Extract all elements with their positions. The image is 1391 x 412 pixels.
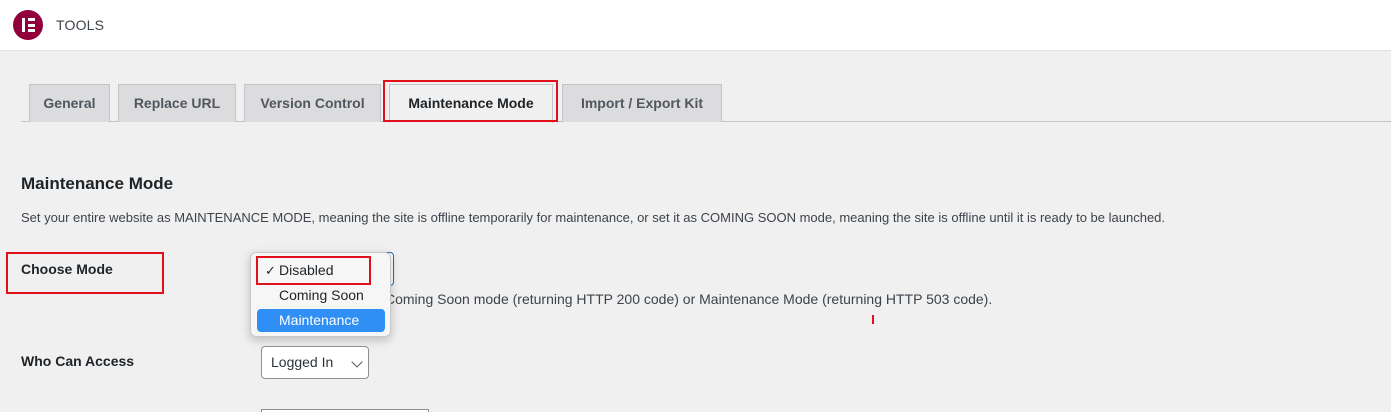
section-title: Maintenance Mode — [21, 174, 174, 193]
option-disabled[interactable]: ✓ Disabled — [257, 259, 385, 282]
tab-maintenance-mode[interactable]: Maintenance Mode — [389, 84, 553, 123]
who-can-access-label: Who Can Access — [21, 353, 135, 369]
option-coming-soon[interactable]: Coming Soon — [257, 284, 385, 307]
who-can-access-select[interactable]: Logged In — [261, 346, 369, 379]
option-maintenance[interactable]: Maintenance — [257, 309, 385, 332]
select-value: Logged In — [271, 354, 334, 370]
option-label: Coming Soon — [279, 287, 364, 303]
section-description: Set your entire website as MAINTENANCE M… — [21, 210, 1166, 225]
tab-replace-url[interactable]: Replace URL — [118, 84, 236, 122]
tab-import-export-kit[interactable]: Import / Export Kit — [562, 84, 722, 122]
choose-mode-description: Coming Soon mode (returning HTTP 200 cod… — [385, 291, 993, 307]
option-label: Disabled — [279, 262, 334, 278]
checkmark-icon: ✓ — [265, 263, 276, 278]
tab-version-control[interactable]: Version Control — [244, 84, 381, 122]
option-label: Maintenance — [279, 312, 360, 328]
page-title: TOOLS — [56, 17, 105, 33]
tab-general[interactable]: General — [29, 84, 110, 122]
annotation-mark — [872, 315, 874, 324]
choose-mode-dropdown: ✓ Disabled Coming Soon Maintenance — [250, 252, 391, 337]
chevron-down-icon — [351, 356, 363, 368]
elementor-logo-icon — [13, 10, 43, 40]
choose-mode-label: Choose Mode — [21, 261, 113, 277]
top-bar: TOOLS — [0, 0, 1391, 51]
